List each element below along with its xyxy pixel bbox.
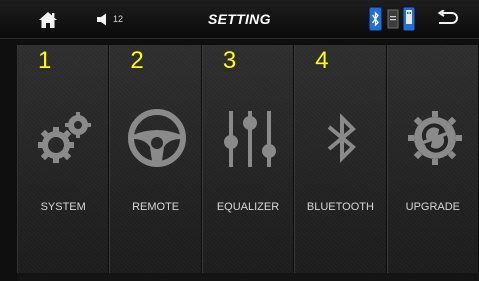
settings-menu: 1 SYSTEM 2 REMOTE 3 EQUALIZER 4 BLUETOOT… [17,45,479,281]
tile-label: BLUETOOTH [306,201,374,213]
bluetooth-status-icon[interactable] [369,7,382,31]
tile-label: REMOTE [132,201,180,213]
remote-tile[interactable]: 2 REMOTE [109,45,202,273]
bluetooth-icon [327,113,357,163]
equalizer-sliders-icon [223,111,276,167]
back-arrow-icon[interactable] [436,10,458,28]
gears-icon [38,112,91,163]
sd-card-icon [387,9,399,29]
upgrade-tile[interactable]: UPGRADE [386,45,479,273]
status-bar: 12 SETTING [0,0,479,39]
bluetooth-tile[interactable]: 4 BLUETOOTH [294,45,387,273]
speaker-icon[interactable] [96,13,110,26]
usb-icon [403,7,415,31]
steering-wheel-icon [128,109,187,167]
tile-label: UPGRADE [405,201,461,213]
volume-level: 12 [113,14,124,24]
equalizer-tile[interactable]: 3 EQUALIZER [201,45,295,273]
upgrade-cycle-icon [407,111,462,165]
page-title: SETTING [208,11,271,27]
tile-number: 3 [222,47,237,74]
tile-number: 4 [315,47,329,74]
home-icon[interactable] [38,11,58,29]
settings-screen: 12 SETTING 1 SYSTEM 2 REMOTE 3 EQUALIZER… [0,0,479,281]
tile-number: 2 [130,47,144,74]
system-tile[interactable]: 1 SYSTEM [17,45,110,273]
tile-label: SYSTEM [40,201,86,213]
tile-number: 1 [38,47,52,74]
tile-label: EQUALIZER [216,201,280,213]
